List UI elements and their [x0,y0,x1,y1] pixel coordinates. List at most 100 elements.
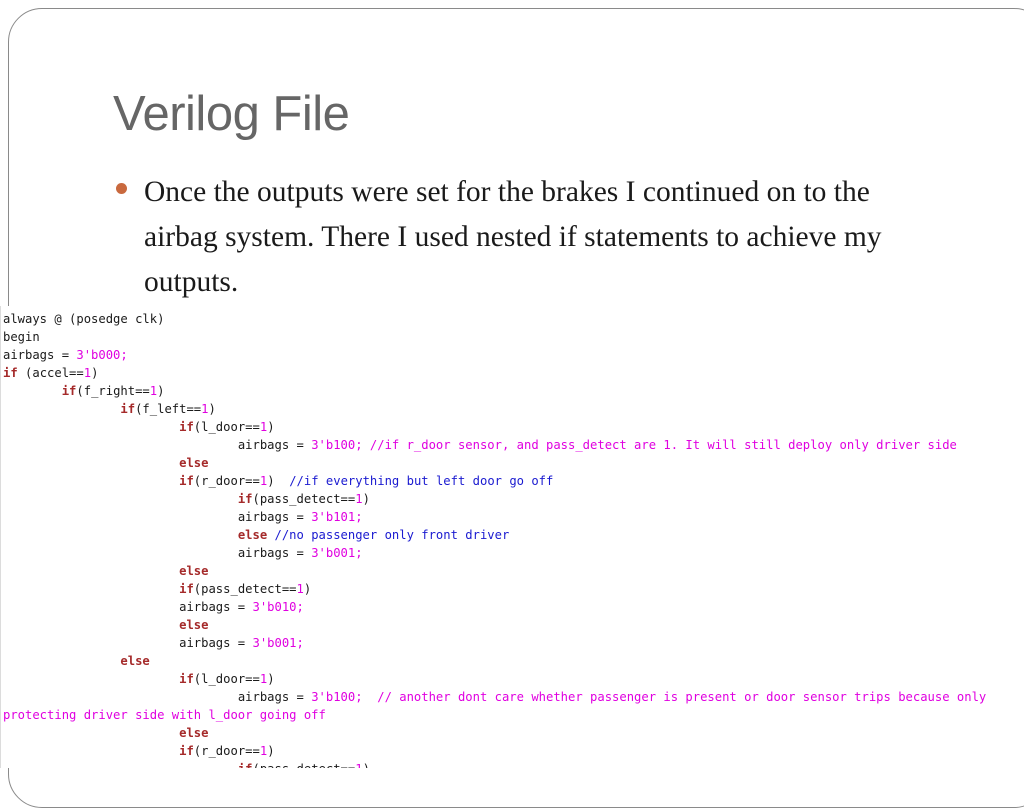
code-token: if [3,366,18,380]
code-token: (r_door== [193,744,260,758]
code-token: if [179,672,194,686]
code-token: airbags = [3,438,312,452]
code-token: begin [3,330,40,344]
code-token: 3'b010; [252,600,304,614]
code-token: 3'b100; [311,438,363,452]
code-token: airbags = [3,600,253,614]
code-line: else [3,616,1024,634]
code-token: 3'b100; [311,690,363,704]
code-line: airbags = 3'b100; // another dont care w… [3,688,1024,706]
code-line: protecting driver side with l_door going… [3,706,1024,724]
code-token: ) [157,384,165,398]
code-token: else [237,528,268,542]
bullet-dot-icon [116,183,127,194]
code-line: begin [3,328,1024,346]
code-token: 3'b001; [311,546,363,560]
code-token: if [179,582,194,596]
code-token: (r_door== [193,474,260,488]
code-token: else [179,726,209,740]
code-token: 3'b000; [76,348,128,362]
code-token: (accel== [17,366,84,380]
bullet-text: Once the outputs were set for the brakes… [144,176,882,298]
code-token: ) [303,582,312,596]
code-token: 3'b001; [252,636,304,650]
code-token: 3'b101; [311,510,363,524]
code-line: else [3,724,1024,742]
code-line: airbags = 3'b000; [3,346,1024,364]
code-token: airbags = [3,636,253,650]
slide-title: Verilog File [113,87,350,141]
code-line: if(pass_detect==1) [3,580,1024,598]
code-token: airbags = [3,348,77,362]
code-token: if [61,384,77,398]
code-token: 1 [296,582,304,596]
code-token: //no passenger only front driver [267,528,510,542]
code-token: (l_door== [193,672,260,686]
code-token: (l_door== [193,420,260,434]
code-token: airbags = [3,510,312,524]
code-screenshot: always @ (posedge clk) begin airbags = 3'b… [0,306,1024,768]
code-token: ) [267,672,275,686]
code-line: airbags = 3'b100; //if r_door sensor, an… [3,436,1024,454]
code-token: airbags = [3,546,312,560]
code-token: if [238,762,253,768]
code-token: // another dont care whether passenger i… [362,690,987,704]
code-token: else [120,654,150,668]
code-token: //if everything but left door go off [289,474,554,488]
code-line: always @ (posedge clk) [3,310,1024,328]
code-token: //if r_door sensor, and pass_detect are … [362,438,957,452]
code-token: airbags = [3,690,312,704]
code-line: else [3,562,1024,580]
code-token: ) [267,420,275,434]
code-line: airbags = 3'b001; [3,544,1024,562]
code-token: 1 [355,492,363,506]
code-token: protecting driver side with l_door going… [3,708,326,722]
code-token: ) [267,474,290,488]
code-token: ) [91,366,99,380]
code-token: else [179,618,209,632]
code-token: (pass_detect== [193,582,297,596]
code-line: airbags = 3'b010; [3,598,1024,616]
code-token: (f_left== [135,402,202,416]
code-token: ) [267,744,275,758]
code-token: else [179,456,209,470]
code-line: if(r_door==1) [3,742,1024,760]
code-line: if (accel==1) [3,364,1024,382]
code-token: (pass_detect== [253,762,356,768]
code-line: else //no passenger only front driver [3,526,1024,544]
code-token: else [179,564,209,578]
code-line: if(f_left==1) [3,400,1024,418]
code-token: (f_right== [76,384,150,398]
code-line: if(l_door==1) [3,418,1024,436]
code-line: airbags = 3'b101; [3,508,1024,526]
code-line: if(r_door==1) //if everything but left d… [3,472,1024,490]
code-line: airbags = 3'b001; [3,634,1024,652]
code-token: 1 [149,384,158,398]
code-token: always @ (posedge clk) [3,312,165,326]
code-token: (pass_detect== [252,492,356,506]
code-token: 1 [355,762,362,768]
code-token: ) [363,762,370,768]
code-token: if [179,420,194,434]
code-token: if [179,474,194,488]
code-token: if [179,744,194,758]
code-block: always @ (posedge clk) begin airbags = 3'b… [1,306,1024,768]
code-line: else [3,454,1024,472]
code-line: else [3,652,1024,670]
code-token: if [120,402,136,416]
code-line: if(pass_detect==1) [3,490,1024,508]
code-line: if(f_right==1) [3,382,1024,400]
